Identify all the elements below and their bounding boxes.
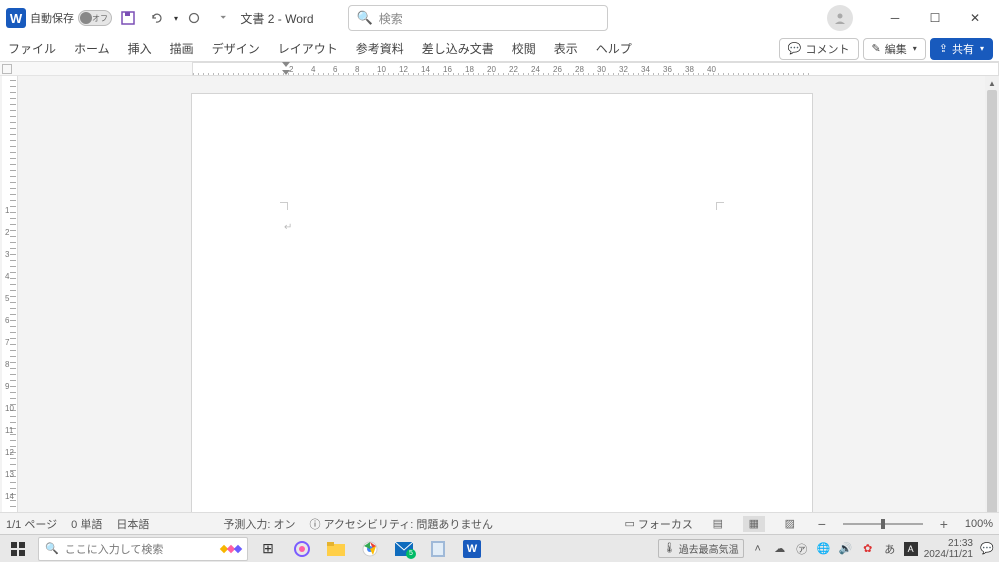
chevron-down-icon: ▾ [913, 44, 917, 53]
tab-view[interactable]: 表示 [552, 36, 580, 61]
tab-draw[interactable]: 描画 [168, 36, 196, 61]
scroll-up-button[interactable]: ▲ [985, 76, 999, 90]
onedrive-icon[interactable]: ☁ [772, 541, 788, 557]
margin-corner [716, 202, 724, 210]
word-app-icon: W [6, 8, 26, 28]
read-mode-button[interactable]: ▤ [707, 516, 729, 532]
search-icon: 🔍 [45, 542, 59, 555]
vertical-ruler[interactable]: 12345678910111213141516 [2, 76, 18, 532]
taskbar-search[interactable]: 🔍 ここに入力して検索 [38, 537, 248, 561]
tab-design[interactable]: デザイン [210, 36, 262, 61]
accessibility-icon: ⓘ [309, 516, 320, 532]
web-layout-button[interactable]: ▨ [779, 516, 801, 532]
pencil-icon: ✎ [872, 42, 881, 55]
mail-badge: 5 [406, 549, 416, 559]
share-icon: ⇪ [939, 42, 948, 55]
copilot-icon[interactable] [288, 537, 316, 561]
accessibility-status[interactable]: ⓘ アクセシビリティ: 問題ありません [309, 516, 493, 532]
file-explorer-icon[interactable] [322, 537, 350, 561]
ime-mode-icon[interactable]: あ [882, 541, 898, 557]
notes-icon[interactable] [424, 537, 452, 561]
language-status[interactable]: 日本語 [116, 516, 149, 532]
focus-mode-button[interactable]: ▭ フォーカス [624, 516, 692, 532]
volume-icon[interactable]: 🔊 [838, 541, 854, 557]
minimize-button[interactable]: ─ [877, 0, 913, 36]
word-taskbar-icon[interactable]: W [458, 537, 486, 561]
chevron-down-icon: ▾ [980, 44, 984, 53]
search-box[interactable]: 🔍 検索 [348, 5, 608, 31]
zoom-in-button[interactable]: + [937, 516, 951, 532]
print-layout-button[interactable]: ▦ [743, 516, 765, 532]
vertical-scrollbar[interactable]: ▲ ▼ [985, 76, 999, 532]
tab-references[interactable]: 参考資料 [354, 36, 406, 61]
focus-icon: ▭ [624, 517, 634, 530]
tab-file[interactable]: ファイル [6, 36, 58, 61]
ime-icon[interactable]: ㋐ [794, 541, 810, 557]
security-icon[interactable]: ✿ [860, 541, 876, 557]
autosave-label: 自動保存 [30, 10, 74, 26]
tab-insert[interactable]: 挿入 [126, 36, 154, 61]
tab-layout[interactable]: レイアウト [276, 36, 340, 61]
weather-icon: 🌡 [663, 543, 676, 554]
zoom-out-button[interactable]: − [815, 516, 829, 532]
share-button[interactable]: ⇪ 共有 ▾ [930, 38, 993, 60]
document-title: 文書 2 - Word [240, 10, 313, 27]
tab-review[interactable]: 校閲 [510, 36, 538, 61]
search-placeholder: 検索 [379, 10, 403, 27]
redo-button[interactable] [182, 6, 206, 30]
user-account-button[interactable] [827, 5, 853, 31]
zoom-level[interactable]: 100% [965, 518, 993, 530]
tab-home[interactable]: ホーム [72, 36, 112, 61]
system-tray: 🌡 過去最高気温 ˄ ☁ ㋐ 🌐 🔊 ✿ あ A 21:33 2024/11/2… [658, 538, 995, 560]
comment-icon: 💬 [788, 42, 802, 55]
edit-mode-button[interactable]: ✎ 編集 ▾ [863, 38, 926, 60]
network-icon[interactable]: 🌐 [816, 541, 832, 557]
autosave-toggle[interactable]: オフ [78, 10, 112, 26]
sparkle-icon [221, 546, 241, 552]
tray-chevron-icon[interactable]: ˄ [750, 541, 766, 557]
search-icon: 🔍 [357, 10, 373, 26]
scroll-thumb[interactable] [987, 90, 997, 518]
qat-customize[interactable]: ⏷ [220, 13, 226, 23]
task-view-button[interactable]: ⊞ [254, 537, 282, 561]
word-count[interactable]: 0 単語 [71, 516, 102, 532]
tab-selector[interactable] [2, 64, 12, 74]
maximize-button[interactable]: ☐ [917, 0, 953, 36]
clock[interactable]: 21:33 2024/11/21 [924, 538, 973, 560]
ribbon-tabs: ファイル ホーム 挿入 描画 デザイン レイアウト 参考資料 差し込み文書 校閲… [0, 36, 999, 62]
undo-dropdown[interactable]: ▾ [174, 14, 178, 23]
tab-mailings[interactable]: 差し込み文書 [420, 36, 496, 61]
comments-button[interactable]: 💬 コメント [779, 38, 859, 60]
weather-widget[interactable]: 🌡 過去最高気温 [658, 539, 744, 558]
mail-icon[interactable]: 5 [390, 537, 418, 561]
status-bar: 1/1 ページ 0 単語 日本語 予測入力: オン ⓘ アクセシビリティ: 問題… [0, 512, 999, 534]
title-bar: W 自動保存 オフ ▾ ⏷ 文書 2 - Word 🔍 検索 ─ ☐ ✕ [0, 0, 999, 36]
save-button[interactable] [116, 6, 140, 30]
notifications-icon[interactable]: 💬 [979, 541, 995, 557]
predictive-input-status[interactable]: 予測入力: オン [223, 516, 295, 532]
zoom-slider[interactable] [843, 523, 923, 525]
windows-taskbar: 🔍 ここに入力して検索 ⊞ 5 W 🌡 過去最高気温 ˄ ☁ ㋐ 🌐 🔊 ✿ あ… [0, 534, 999, 562]
horizontal-ruler[interactable]: 246810121416182022242628303234363840 [0, 62, 999, 76]
document-page[interactable]: ↵ [192, 94, 812, 532]
start-button[interactable] [4, 537, 32, 561]
input-indicator-icon[interactable]: A [904, 542, 918, 556]
close-button[interactable]: ✕ [957, 0, 993, 36]
chrome-icon[interactable] [356, 537, 384, 561]
tab-help[interactable]: ヘルプ [594, 36, 634, 61]
undo-button[interactable] [144, 6, 168, 30]
paragraph-mark: ↵ [284, 222, 292, 233]
margin-corner [280, 202, 288, 210]
document-workspace: 12345678910111213141516 ↵ [0, 76, 985, 532]
page-count[interactable]: 1/1 ページ [6, 516, 57, 532]
